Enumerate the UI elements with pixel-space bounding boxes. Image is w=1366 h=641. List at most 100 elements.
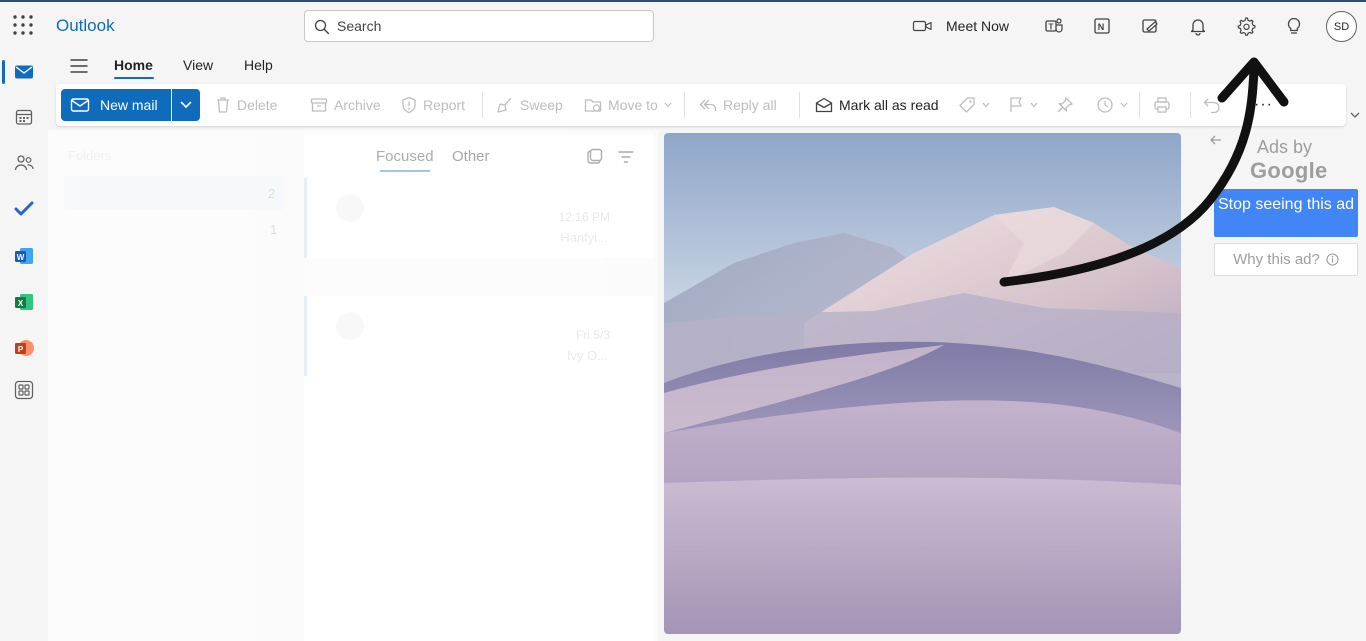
folder-unread-count: 1 [270, 222, 278, 237]
svg-text:T: T [1049, 23, 1054, 32]
meet-now-button[interactable]: Meet Now [912, 12, 1009, 40]
tab-view[interactable]: View [183, 57, 213, 73]
back-arrow-icon[interactable] [1208, 132, 1224, 148]
ribbon-separator [684, 92, 685, 118]
message-preview: Ivy O... [566, 348, 608, 363]
todo-icon[interactable] [12, 197, 36, 221]
flag-icon [1010, 97, 1022, 112]
more-apps-icon[interactable] [12, 378, 36, 402]
svg-text:P: P [18, 345, 24, 354]
printer-icon [1154, 97, 1170, 113]
tab-other[interactable]: Other [452, 148, 490, 165]
categorize-button[interactable] [958, 94, 990, 116]
search-input[interactable] [337, 15, 637, 37]
reply-all-label: Reply all [723, 97, 777, 113]
ribbon-separator [1139, 92, 1140, 118]
folder-item-selected[interactable] [64, 176, 284, 210]
top-bar: Outlook Meet Now T N [0, 0, 1366, 48]
word-icon[interactable]: W [12, 244, 36, 268]
filter-icon[interactable] [617, 148, 635, 166]
shield-icon [402, 96, 416, 114]
chevron-down-icon [180, 101, 192, 108]
new-mail-label: New mail [100, 97, 158, 113]
video-camera-icon [912, 20, 932, 32]
new-mail-button[interactable]: New mail [61, 89, 171, 121]
settings-icon[interactable] [1234, 14, 1258, 38]
broom-icon [497, 97, 512, 113]
svg-text:W: W [17, 253, 25, 262]
sweep-label: Sweep [520, 97, 563, 113]
calendar-icon[interactable] [12, 105, 36, 129]
move-to-button[interactable]: Move to [584, 94, 672, 116]
list-group-divider [304, 258, 654, 296]
app-launcher-icon[interactable] [12, 14, 34, 36]
avatar [336, 312, 364, 340]
snooze-button[interactable] [1096, 94, 1128, 116]
delete-icon [217, 97, 229, 113]
powerpoint-icon[interactable]: P [12, 336, 36, 360]
mark-all-read-button[interactable]: Mark all as read [815, 94, 939, 116]
unread-indicator [304, 178, 307, 258]
reply-all-icon [699, 99, 717, 111]
tab-focused[interactable]: Focused [376, 148, 434, 165]
chevron-down-icon [664, 102, 672, 108]
archive-icon [310, 98, 328, 112]
envelope-open-icon [815, 97, 833, 113]
tab-home[interactable]: Home [114, 57, 153, 73]
svg-text:X: X [18, 299, 24, 308]
pin-icon [1057, 97, 1073, 113]
stop-seeing-ad-button[interactable]: Stop seeing this ad [1214, 189, 1358, 237]
move-to-label: Move to [608, 97, 658, 113]
chevron-down-icon [1120, 102, 1128, 108]
pin-button[interactable] [1056, 94, 1074, 116]
ads-by-label: Ads by [1257, 137, 1313, 157]
chevron-down-icon [1030, 102, 1038, 108]
app-title[interactable]: Outlook [56, 16, 115, 36]
people-icon[interactable] [12, 151, 36, 175]
select-icon[interactable] [585, 148, 603, 166]
ribbon-separator [799, 92, 800, 118]
tab-active-indicator [114, 77, 154, 79]
folders-header[interactable]: Folders [68, 148, 111, 163]
my-day-icon[interactable] [1138, 14, 1162, 38]
list-item[interactable]: Fri 5/3 Ivy O... [304, 296, 654, 376]
teams-icon[interactable]: T [1042, 14, 1066, 38]
onenote-icon[interactable]: N [1090, 14, 1114, 38]
avatar [336, 194, 364, 222]
report-label: Report [423, 97, 466, 113]
flag-button[interactable] [1008, 94, 1038, 116]
reply-all-button[interactable]: Reply all [699, 94, 777, 116]
print-button[interactable] [1153, 94, 1171, 116]
sweep-button[interactable]: Sweep [496, 94, 563, 116]
search-icon [314, 19, 330, 35]
undo-button[interactable] [1203, 94, 1221, 116]
ribbon-separator [1190, 92, 1191, 118]
why-this-ad-label: Why this ad? [1233, 251, 1320, 268]
more-options-button[interactable]: ··· [1254, 94, 1273, 116]
notifications-icon[interactable] [1186, 14, 1210, 38]
list-item[interactable]: 12:16 PM Hanfyi... [304, 178, 654, 258]
ribbon-expand-icon[interactable] [1348, 108, 1362, 122]
mail-icon[interactable] [12, 60, 36, 84]
message-time: 12:16 PM [558, 210, 610, 224]
svg-text:N: N [1098, 22, 1105, 32]
meet-now-label: Meet Now [946, 18, 1010, 34]
report-button[interactable]: Report [401, 94, 465, 116]
why-this-ad-button[interactable]: Why this ad? [1214, 243, 1358, 276]
hamburger-menu-icon[interactable] [68, 56, 90, 76]
delete-button[interactable]: Delete [215, 94, 277, 116]
tips-icon[interactable] [1282, 14, 1306, 38]
tag-icon [959, 97, 975, 113]
delete-label: Delete [237, 97, 278, 113]
archive-button[interactable]: Archive [310, 94, 381, 116]
undo-icon [1203, 98, 1220, 113]
message-preview: Hanfyi... [560, 230, 608, 245]
avatar[interactable]: SD [1326, 11, 1357, 42]
excel-icon[interactable]: X [12, 290, 36, 314]
reading-pane-background-image [664, 133, 1181, 634]
folder-move-icon [584, 99, 602, 112]
new-mail-dropdown[interactable] [172, 89, 200, 121]
tab-help[interactable]: Help [244, 57, 273, 73]
app-rail: W X P [0, 48, 48, 641]
search-box[interactable] [304, 10, 654, 42]
